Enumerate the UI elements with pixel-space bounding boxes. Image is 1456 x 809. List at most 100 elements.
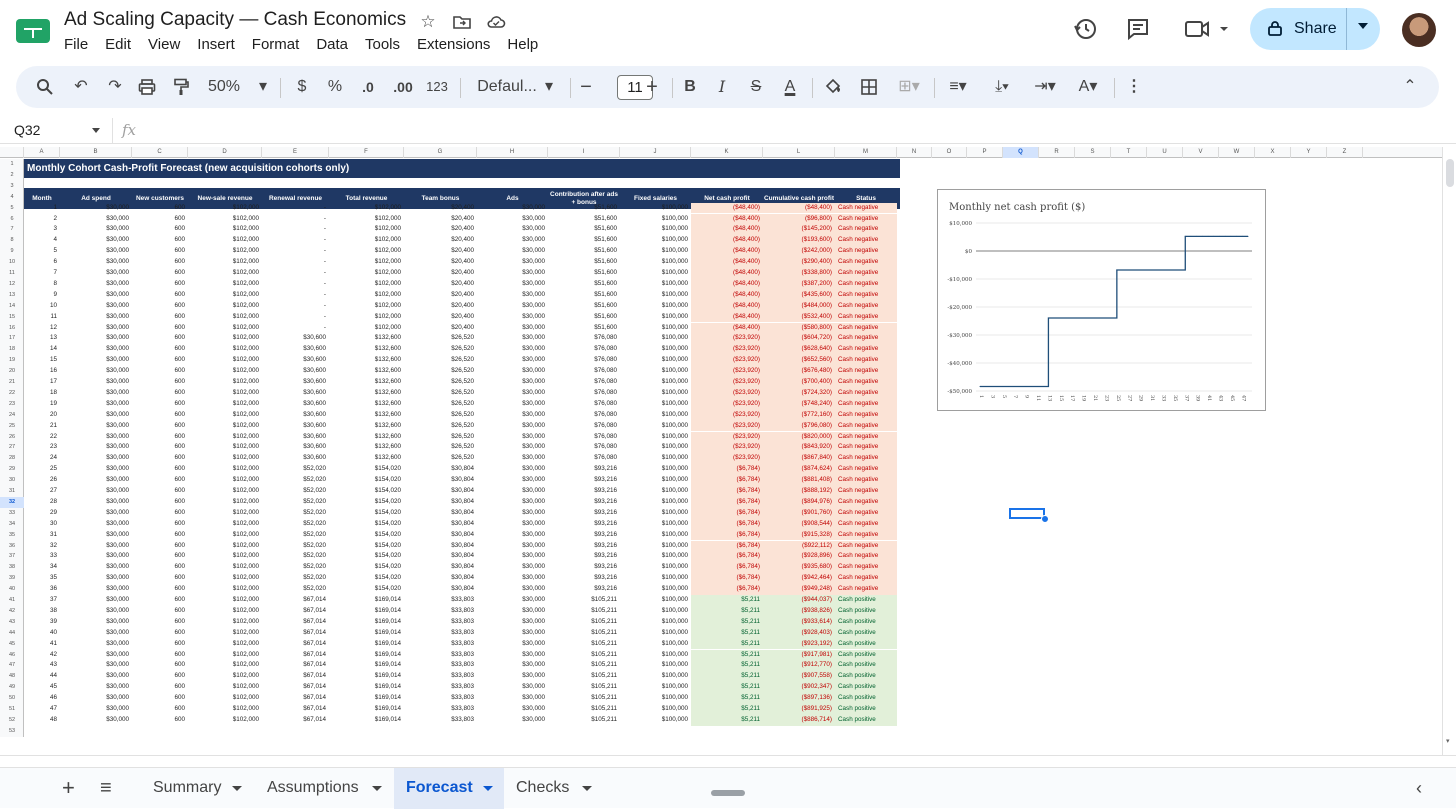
table-cell[interactable]: 26 xyxy=(24,475,60,486)
collapse-toolbar-icon[interactable]: ⌃ xyxy=(1400,66,1420,108)
table-cell[interactable]: ($48,400) xyxy=(691,246,763,258)
table-cell[interactable]: $30,600 xyxy=(262,388,329,399)
table-cell[interactable]: 31 xyxy=(24,530,60,541)
table-cell[interactable]: ($6,784) xyxy=(691,475,763,486)
table-cell[interactable]: ($48,400) xyxy=(691,311,763,323)
table-cell[interactable]: 34 xyxy=(24,562,60,573)
column-header-k[interactable]: K xyxy=(691,147,763,158)
table-cell[interactable]: $30,000 xyxy=(60,214,132,225)
table-cell[interactable]: $51,600 xyxy=(548,323,620,334)
row-header-45[interactable]: 45 xyxy=(0,639,24,650)
table-cell[interactable]: $20,400 xyxy=(404,203,477,214)
table-cell[interactable]: $102,000 xyxy=(188,595,262,606)
table-cell[interactable]: 32 xyxy=(24,541,60,552)
table-cell[interactable]: ($23,920) xyxy=(691,453,763,465)
table-cell[interactable]: $76,080 xyxy=(548,421,620,432)
table-cell[interactable]: $30,000 xyxy=(477,682,548,693)
table-cell[interactable]: $102,000 xyxy=(329,203,404,214)
table-cell[interactable]: $30,000 xyxy=(477,301,548,312)
table-cell[interactable]: Cash positive xyxy=(835,616,897,628)
table-cell[interactable]: $132,600 xyxy=(329,366,404,377)
table-cell[interactable]: 600 xyxy=(132,442,188,453)
more-formats-button[interactable]: 123 xyxy=(424,66,450,108)
table-cell[interactable]: $52,020 xyxy=(262,464,329,475)
table-cell[interactable]: $169,014 xyxy=(329,693,404,704)
table-cell[interactable]: Cash positive xyxy=(835,682,897,694)
table-cell[interactable]: $33,803 xyxy=(404,693,477,704)
tab-forecast[interactable]: Forecast xyxy=(394,768,504,809)
table-cell[interactable]: ($6,784) xyxy=(691,573,763,585)
table-cell[interactable]: 16 xyxy=(24,366,60,377)
table-cell[interactable]: $30,000 xyxy=(477,671,548,682)
table-cell[interactable]: $93,216 xyxy=(548,562,620,573)
table-cell[interactable]: ($48,400) xyxy=(691,213,763,225)
column-header-v[interactable]: V xyxy=(1183,147,1219,158)
table-cell[interactable]: $52,020 xyxy=(262,497,329,508)
table-cell[interactable]: - xyxy=(262,203,329,214)
table-cell[interactable]: $30,000 xyxy=(60,595,132,606)
table-cell[interactable]: ($48,400) xyxy=(691,202,763,214)
table-cell[interactable]: $100,000 xyxy=(620,442,691,453)
table-cell[interactable]: $30,600 xyxy=(262,333,329,344)
row-header-15[interactable]: 15 xyxy=(0,312,24,323)
table-cell[interactable]: $52,020 xyxy=(262,475,329,486)
row-header-35[interactable]: 35 xyxy=(0,530,24,541)
table-cell[interactable]: $100,000 xyxy=(620,519,691,530)
table-cell[interactable]: Cash negative xyxy=(835,453,897,465)
table-cell[interactable]: $26,520 xyxy=(404,421,477,432)
table-cell[interactable]: $100,000 xyxy=(620,279,691,290)
table-cell[interactable]: 600 xyxy=(132,214,188,225)
table-cell[interactable]: 20 xyxy=(24,410,60,421)
table-cell[interactable]: ($604,720) xyxy=(763,333,835,345)
table-cell[interactable]: $102,000 xyxy=(188,704,262,715)
row-header-13[interactable]: 13 xyxy=(0,290,24,301)
table-cell[interactable]: $93,216 xyxy=(548,584,620,595)
menu-tools[interactable]: Tools xyxy=(365,36,408,53)
table-cell[interactable]: $102,000 xyxy=(329,279,404,290)
table-cell[interactable]: $30,000 xyxy=(60,366,132,377)
table-cell[interactable]: $30,000 xyxy=(60,224,132,235)
table-cell[interactable]: $100,000 xyxy=(620,682,691,693)
table-cell[interactable]: $105,211 xyxy=(548,595,620,606)
row-header-41[interactable]: 41 xyxy=(0,595,24,606)
table-cell[interactable]: Cash negative xyxy=(835,289,897,301)
column-header-r[interactable]: R xyxy=(1039,147,1075,158)
row-header-31[interactable]: 31 xyxy=(0,486,24,497)
table-cell[interactable]: Cash negative xyxy=(835,562,897,574)
table-cell[interactable]: 21 xyxy=(24,421,60,432)
table-cell[interactable]: $33,803 xyxy=(404,617,477,628)
select-all-corner[interactable] xyxy=(0,147,24,158)
column-header-f[interactable]: F xyxy=(329,147,404,158)
table-cell[interactable]: 4 xyxy=(24,235,60,246)
table-cell[interactable]: ($532,400) xyxy=(763,311,835,323)
menu-data[interactable]: Data xyxy=(316,36,356,53)
table-cell[interactable]: ($48,400) xyxy=(691,257,763,268)
row-header-30[interactable]: 30 xyxy=(0,475,24,486)
table-cell[interactable]: $100,000 xyxy=(620,671,691,682)
column-header-z[interactable]: Z xyxy=(1327,147,1363,158)
move-folder-icon[interactable] xyxy=(452,12,472,32)
table-cell[interactable]: 30 xyxy=(24,519,60,530)
table-cell[interactable]: 2 xyxy=(24,214,60,225)
column-header-a[interactable]: A xyxy=(24,147,60,158)
table-cell[interactable]: $76,080 xyxy=(548,344,620,355)
table-cell[interactable]: - xyxy=(262,214,329,225)
table-cell[interactable]: 600 xyxy=(132,475,188,486)
table-cell[interactable]: Cash negative xyxy=(835,584,897,595)
table-cell[interactable]: ($928,403) xyxy=(763,627,835,639)
table-cell[interactable]: 46 xyxy=(24,693,60,704)
table-cell[interactable]: $102,000 xyxy=(329,290,404,301)
table-cell[interactable]: $5,211 xyxy=(691,714,763,726)
table-cell[interactable]: $33,803 xyxy=(404,671,477,682)
redo-icon[interactable]: ↷ xyxy=(102,66,128,108)
table-cell[interactable]: $30,000 xyxy=(477,650,548,661)
table-cell[interactable]: $30,000 xyxy=(477,388,548,399)
table-cell[interactable]: ($48,400) xyxy=(691,300,763,312)
italic-button[interactable]: I xyxy=(712,66,732,108)
table-cell[interactable]: $30,804 xyxy=(404,541,477,552)
table-cell[interactable]: $30,000 xyxy=(60,693,132,704)
row-header-43[interactable]: 43 xyxy=(0,617,24,628)
table-cell[interactable]: $30,000 xyxy=(477,410,548,421)
menu-insert[interactable]: Insert xyxy=(197,36,243,53)
column-header-d[interactable]: D xyxy=(188,147,262,158)
